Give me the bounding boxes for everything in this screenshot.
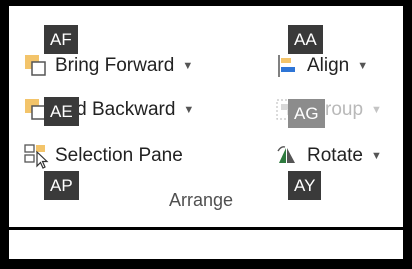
keytip-bring-forward: AF <box>44 25 78 54</box>
rotate-button[interactable]: Rotate ▼ <box>275 141 382 171</box>
ribbon-group-arrange: Bring Forward ▼ end Backward ▼ Selection… <box>9 6 403 259</box>
keytip-group: AG <box>288 99 325 128</box>
ribbon-divider <box>9 227 403 230</box>
chevron-down-icon: ▼ <box>371 104 382 116</box>
keytip-selection-pane: AP <box>44 171 79 200</box>
chevron-down-icon[interactable]: ▼ <box>183 104 194 116</box>
rotate-icon <box>275 143 301 169</box>
keytip-rotate: AY <box>288 171 322 200</box>
chevron-down-icon[interactable]: ▼ <box>182 60 193 72</box>
align-label: Align <box>307 55 350 76</box>
chevron-down-icon[interactable]: ▼ <box>371 150 382 162</box>
align-icon <box>275 53 301 79</box>
selection-pane-icon <box>23 143 49 169</box>
selection-pane-label: Selection Pane <box>55 145 183 166</box>
selection-pane-button[interactable]: Selection Pane <box>23 141 183 171</box>
bring-forward-label: Bring Forward <box>55 55 175 76</box>
group-label-arrange: Arrange <box>169 190 234 210</box>
chevron-down-icon[interactable]: ▼ <box>357 60 368 72</box>
keytip-align: AA <box>288 25 323 54</box>
keytip-send-backward: AE <box>44 97 79 126</box>
rotate-label: Rotate <box>307 145 363 166</box>
align-button[interactable]: Align ▼ <box>275 51 368 81</box>
group-label: roup <box>325 99 364 120</box>
bring-forward-icon <box>23 53 49 79</box>
bring-forward-button[interactable]: Bring Forward ▼ <box>23 51 193 81</box>
